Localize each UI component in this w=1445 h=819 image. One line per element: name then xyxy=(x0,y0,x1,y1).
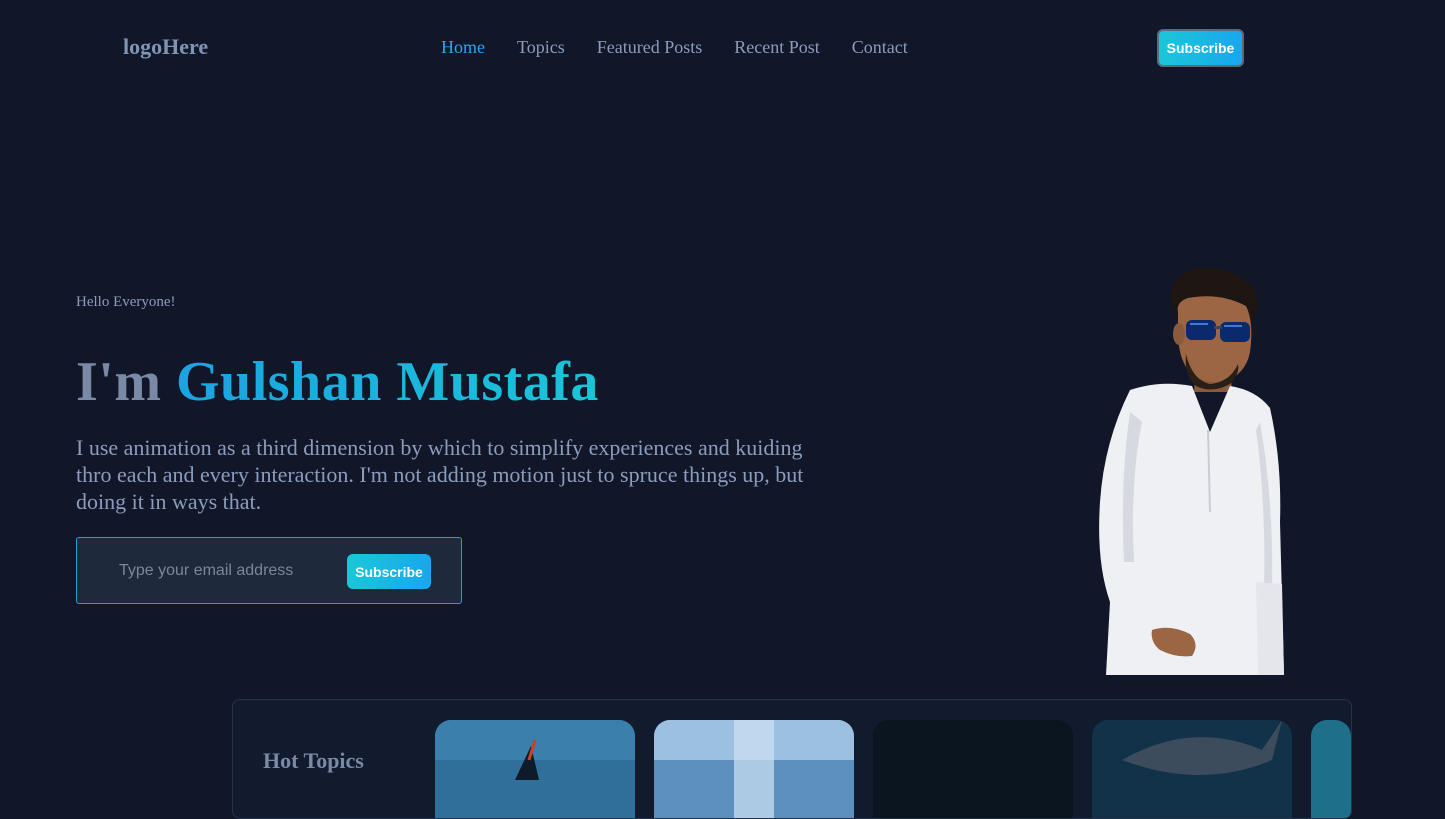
hero-portrait-image xyxy=(1099,267,1284,675)
topic-card-windsurfing[interactable] xyxy=(435,720,635,818)
email-subscribe-form: Subscribe xyxy=(76,537,462,604)
site-logo[interactable]: logoHere xyxy=(123,34,208,60)
nav-recent-post-link[interactable]: Recent Post xyxy=(734,37,820,58)
top-navbar: logoHere Home Topics Featured Posts Rece… xyxy=(0,0,1445,96)
hero-headline: I'm Gulshan Mustafa xyxy=(76,350,599,414)
topic-card-waterfall[interactable] xyxy=(654,720,854,818)
whale-photo xyxy=(1092,720,1292,818)
hot-topics-title: Hot Topics xyxy=(263,748,364,773)
headline-prefix: I'm xyxy=(76,351,176,413)
nav-topics-link[interactable]: Topics xyxy=(517,37,565,58)
topic-card-whale[interactable] xyxy=(1092,720,1292,818)
partial-photo xyxy=(1311,720,1351,818)
hot-topics-section: Hot Topics xyxy=(232,699,1352,819)
waterfall-photo xyxy=(654,720,854,818)
nav-featured-posts-link[interactable]: Featured Posts xyxy=(597,37,703,58)
dark-photo xyxy=(873,720,1073,818)
nav-home-link[interactable]: Home xyxy=(441,37,485,58)
nav-contact-link[interactable]: Contact xyxy=(852,37,908,58)
email-input[interactable] xyxy=(117,558,337,584)
email-subscribe-button[interactable]: Subscribe xyxy=(347,554,431,589)
windsurfing-photo xyxy=(435,720,635,818)
header-subscribe-button[interactable]: Subscribe xyxy=(1157,29,1244,67)
topic-card-dark[interactable] xyxy=(873,720,1073,818)
headline-name: Gulshan Mustafa xyxy=(176,351,599,413)
hero-greeting: Hello Everyone! xyxy=(76,294,176,310)
main-menu: Home Topics Featured Posts Recent Post C… xyxy=(441,37,908,58)
hero-intro-text: I use animation as a third dimension by … xyxy=(76,435,804,514)
topic-card-partial[interactable] xyxy=(1311,720,1351,818)
